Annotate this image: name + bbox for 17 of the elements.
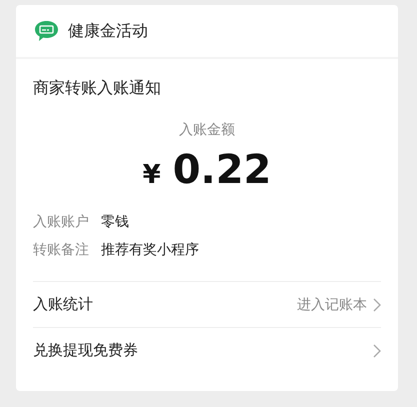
row-label: 兑换提现免费券 <box>33 341 138 360</box>
notice-title: 商家转账入账通知 <box>33 78 162 99</box>
detail-label: 转账备注 <box>33 241 89 259</box>
amount-label: 入账金额 <box>178 121 236 139</box>
link-row[interactable]: 兑换提现免费券 <box>33 327 381 373</box>
link-row[interactable]: 入账统计 进入记账本 <box>33 281 381 327</box>
chevron-right-icon <box>373 298 381 312</box>
detail-value: 推荐有奖小程序 <box>101 241 199 259</box>
row-action: 进入记账本 <box>297 296 367 314</box>
chat-bubble-icon <box>34 20 59 42</box>
amount-value: 0.22 <box>172 147 272 193</box>
row-label: 入账统计 <box>33 295 93 314</box>
detail-value: 零钱 <box>101 213 129 231</box>
chevron-right-icon <box>373 344 381 358</box>
currency-symbol: ¥ <box>142 160 161 190</box>
detail-label: 入账账户 <box>33 213 89 231</box>
account-name: 健康金活动 <box>68 20 148 42</box>
